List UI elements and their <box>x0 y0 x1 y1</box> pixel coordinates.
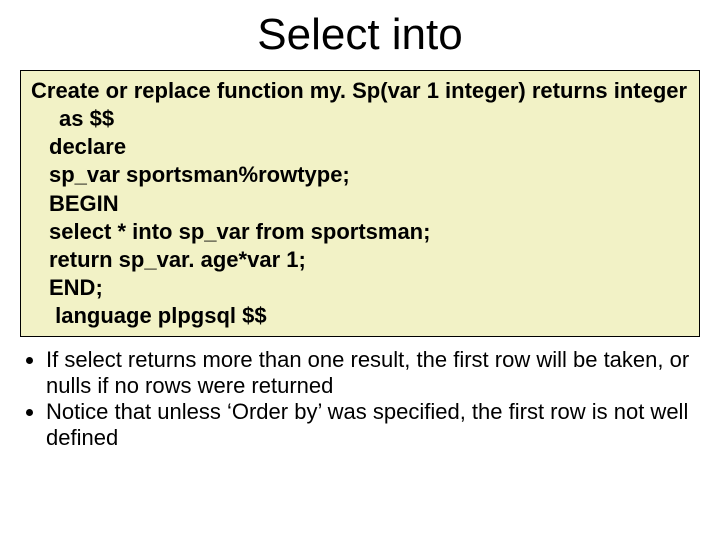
code-line: declare <box>31 133 689 161</box>
code-line: return sp_var. age*var 1; <box>31 246 689 274</box>
bullet-list: If select returns more than one result, … <box>20 347 700 451</box>
code-line: BEGIN <box>31 190 689 218</box>
slide-title: Select into <box>20 10 700 60</box>
bullet-item: If select returns more than one result, … <box>46 347 700 399</box>
slide: Select into Create or replace function m… <box>0 0 720 540</box>
code-line: Create or replace function my. Sp(var 1 … <box>31 77 689 133</box>
code-line: END; <box>31 274 689 302</box>
code-box: Create or replace function my. Sp(var 1 … <box>20 70 700 337</box>
code-line: sp_var sportsman%rowtype; <box>31 161 689 189</box>
code-line: select * into sp_var from sportsman; <box>31 218 689 246</box>
bullet-item: Notice that unless ‘Order by’ was specif… <box>46 399 700 451</box>
code-line: language plpgsql $$ <box>31 302 689 330</box>
